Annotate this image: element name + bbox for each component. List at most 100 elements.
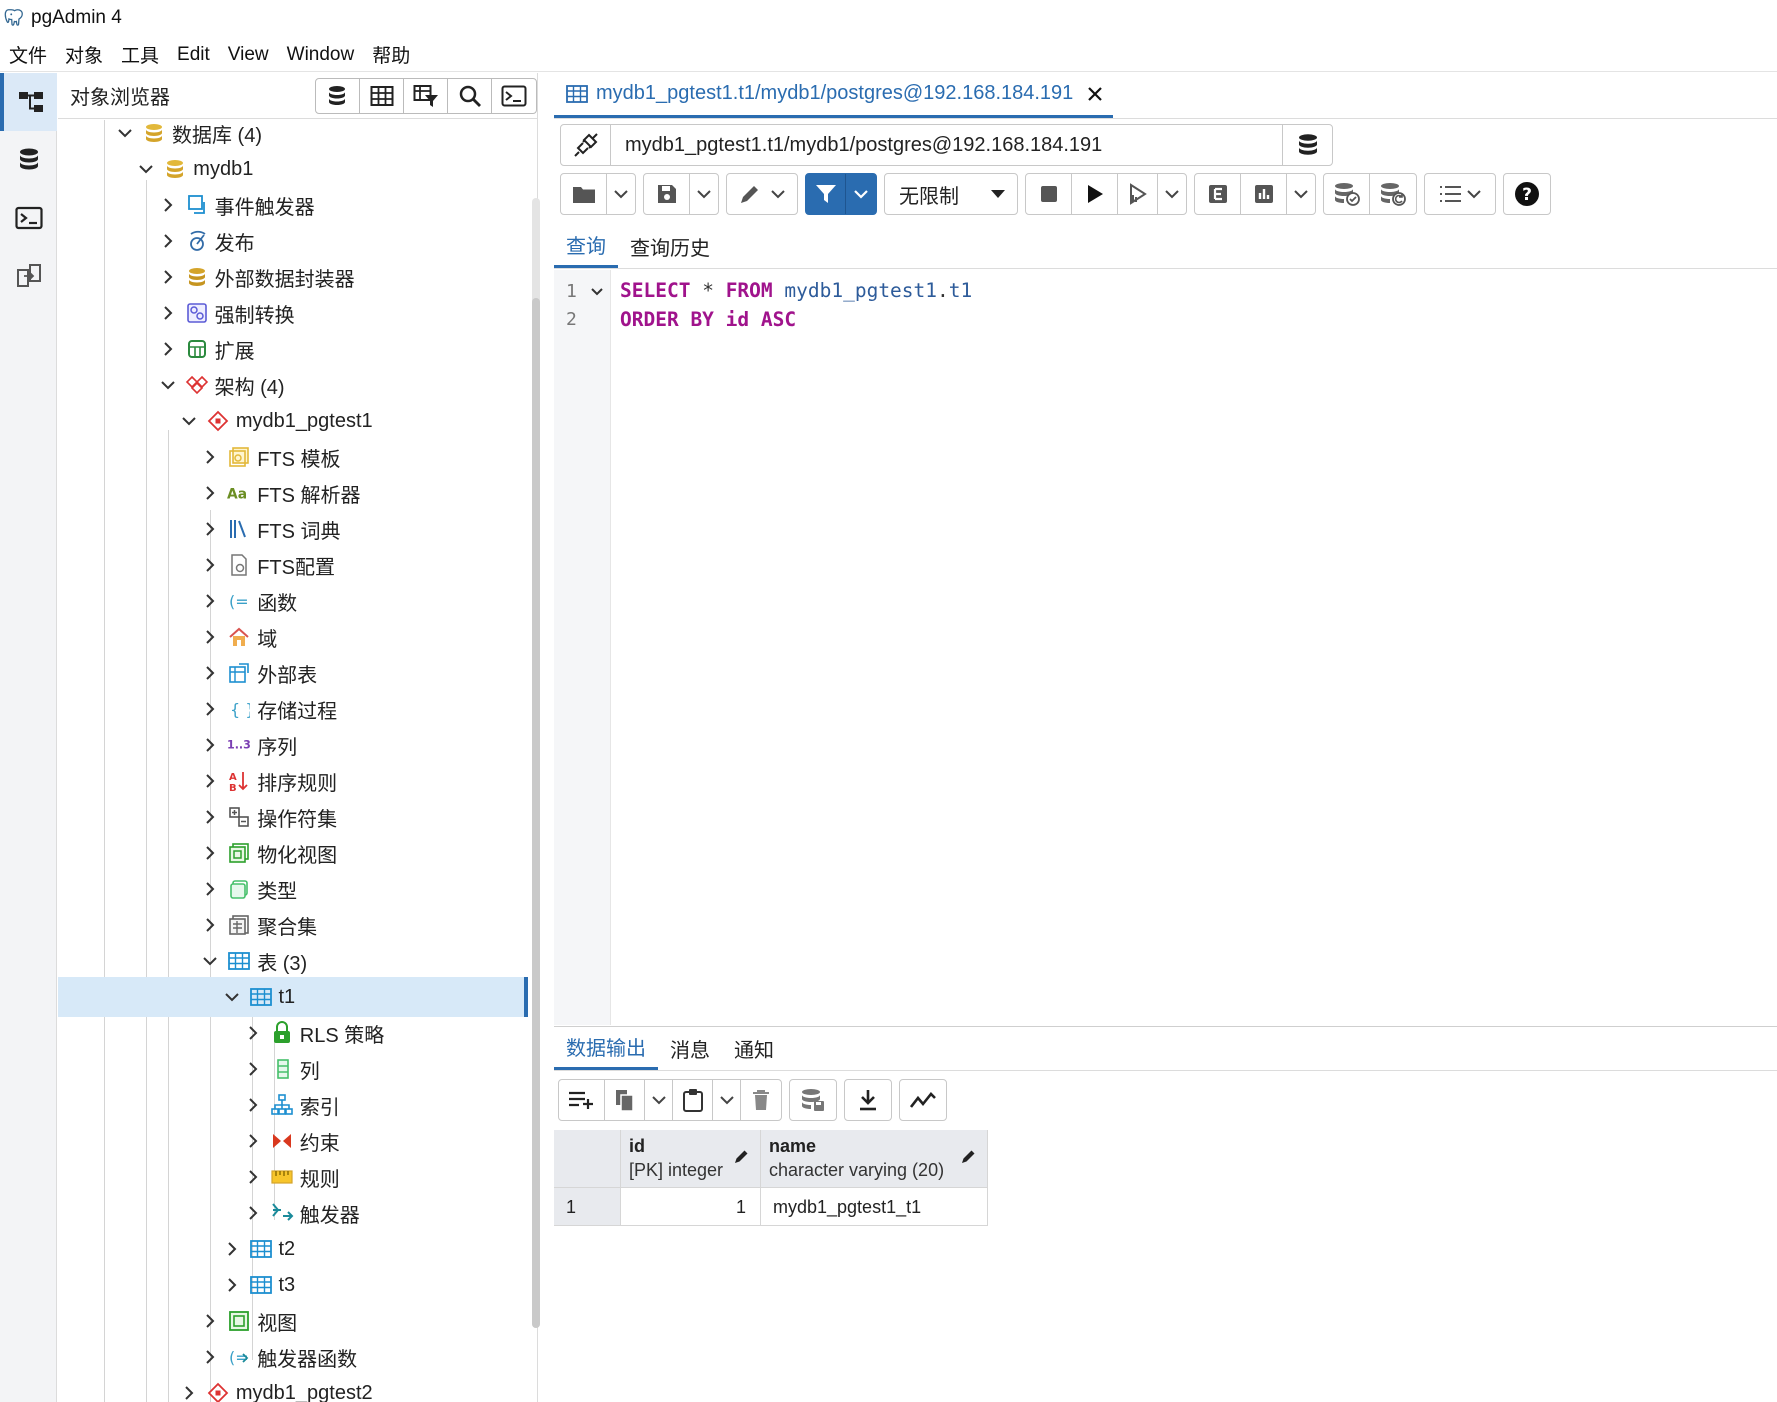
tree-node-10[interactable]: Aa FTS 解析器 <box>201 475 361 511</box>
chevron-down-icon[interactable] <box>116 124 134 142</box>
chevron-right-icon[interactable] <box>244 1204 262 1222</box>
connection-string[interactable]: mydb1_pgtest1.t1/mydb1/postgres@192.168.… <box>611 134 1282 157</box>
menu-file[interactable]: 文件 <box>9 41 47 68</box>
tree-node-15[interactable]: 外部表 <box>201 655 317 691</box>
tree-node-12[interactable]: FTS配置 <box>201 547 335 583</box>
chevron-right-icon[interactable] <box>244 1096 262 1114</box>
explain-button[interactable] <box>1195 174 1241 214</box>
tree-node-7[interactable]: 架构 (4) <box>159 367 285 403</box>
chevron-down-icon[interactable] <box>223 988 241 1006</box>
menu-view[interactable]: View <box>228 44 269 66</box>
copy-dropdown[interactable] <box>645 1080 673 1120</box>
save-button[interactable] <box>644 174 690 214</box>
chevron-right-icon[interactable] <box>201 484 219 502</box>
tree-node-3[interactable]: 发布 <box>159 223 255 259</box>
workspace-database-rail-button[interactable] <box>0 131 57 189</box>
chevron-right-icon[interactable] <box>201 1348 219 1366</box>
query-tool-button[interactable] <box>316 78 360 113</box>
menu-help[interactable]: 帮助 <box>372 41 410 68</box>
tree-node-8[interactable]: mydb1_pgtest1 <box>180 403 373 439</box>
tree-node-25[interactable]: RLS 策略 <box>244 1015 384 1051</box>
tree-node-6[interactable]: 扩展 <box>159 331 255 367</box>
tree-node-27[interactable]: 索引 <box>244 1087 340 1123</box>
menu-tools[interactable]: 工具 <box>121 41 159 68</box>
cell-id[interactable]: 1 <box>621 1188 761 1226</box>
tree-node-20[interactable]: 物化视图 <box>201 835 337 871</box>
tree-node-32[interactable]: t3 <box>223 1267 295 1303</box>
chevron-right-icon[interactable] <box>201 772 219 790</box>
chevron-right-icon[interactable] <box>201 844 219 862</box>
grid-corner[interactable] <box>554 1130 621 1188</box>
tree-scrollbar[interactable] <box>532 198 540 1328</box>
chevron-down-icon[interactable] <box>159 376 177 394</box>
save-data-changes-button[interactable] <box>790 1080 836 1120</box>
tree-node-34[interactable]: (= 触发器函数 <box>201 1339 357 1375</box>
column-header-id[interactable]: id [PK] integer <box>621 1130 761 1188</box>
chevron-right-icon[interactable] <box>223 1240 241 1258</box>
tree-scrollbar-thumb[interactable] <box>532 298 540 1328</box>
tree-node-24[interactable]: t1 <box>223 979 295 1015</box>
chevron-right-icon[interactable] <box>201 556 219 574</box>
chevron-right-icon[interactable] <box>244 1168 262 1186</box>
tree-node-18[interactable]: A B 排序规则 <box>201 763 337 799</box>
query-tab[interactable]: mydb1_pgtest1.t1/mydb1/postgres@192.168.… <box>554 72 1114 118</box>
tree-node-5[interactable]: 强制转换 <box>159 295 295 331</box>
commit-button[interactable] <box>1324 174 1370 214</box>
tree-node-33[interactable]: 视图 <box>201 1303 297 1339</box>
tree-node-26[interactable]: 列 <box>244 1051 320 1087</box>
tree-node-1[interactable]: mydb1 <box>137 151 253 187</box>
row-limit-select[interactable]: 无限制 <box>884 173 1018 215</box>
tree-node-21[interactable]: 类型 <box>201 871 297 907</box>
tree-node-30[interactable]: 触发器 <box>244 1195 360 1231</box>
search-objects-button[interactable] <box>448 78 492 113</box>
tab-data-output[interactable]: 数据输出 <box>554 1026 658 1070</box>
tree-node-11[interactable]: FTS 词典 <box>201 511 341 547</box>
paste-dropdown[interactable] <box>713 1080 741 1120</box>
view-data-button[interactable] <box>360 78 404 113</box>
tree-node-19[interactable]: 操作符集 <box>201 799 337 835</box>
tree-node-17[interactable]: 1..3 序列 <box>201 727 297 763</box>
fold-chevron-icon[interactable] <box>591 288 603 296</box>
psql-tool-button[interactable] <box>492 79 536 113</box>
chevron-right-icon[interactable] <box>201 448 219 466</box>
menu-window[interactable]: Window <box>287 44 355 66</box>
menu-edit[interactable]: Edit <box>177 44 210 66</box>
tab-notifications[interactable]: 通知 <box>722 1026 786 1070</box>
chevron-right-icon[interactable] <box>201 880 219 898</box>
chevron-right-icon[interactable] <box>201 628 219 646</box>
execute-dropdown[interactable] <box>1158 174 1186 214</box>
chevron-right-icon[interactable] <box>201 700 219 718</box>
tree-node-4[interactable]: 外部数据封装器 <box>159 259 355 295</box>
help-button[interactable]: ? <box>1504 174 1550 214</box>
chevron-right-icon[interactable] <box>159 268 177 286</box>
filter-dropdown[interactable] <box>846 174 876 214</box>
chevron-right-icon[interactable] <box>201 808 219 826</box>
tree-node-14[interactable]: 域 <box>201 619 277 655</box>
rollback-button[interactable] <box>1370 174 1416 214</box>
execute-script-button[interactable] <box>1118 174 1158 214</box>
execute-button[interactable] <box>1072 174 1118 214</box>
edit-dropdown-button[interactable] <box>727 174 797 214</box>
change-connection-button[interactable] <box>1282 125 1332 165</box>
graph-visualiser-button[interactable] <box>900 1080 946 1120</box>
tree-node-0[interactable]: 数据库 (4) <box>116 120 262 151</box>
sql-editor[interactable]: 1 2 SELECT * FROM mydb1_pgtest1.t1 ORDER… <box>554 270 1777 1025</box>
chevron-right-icon[interactable] <box>244 1024 262 1042</box>
chevron-right-icon[interactable] <box>244 1132 262 1150</box>
chevron-right-icon[interactable] <box>159 196 177 214</box>
object-explorer-rail-button[interactable] <box>0 73 57 131</box>
chevron-right-icon[interactable] <box>201 736 219 754</box>
connection-status-button[interactable] <box>561 125 611 165</box>
chevron-down-icon[interactable] <box>137 160 155 178</box>
schema-diff-rail-button[interactable] <box>0 247 57 305</box>
chevron-right-icon[interactable] <box>201 520 219 538</box>
save-dropdown[interactable] <box>690 174 718 214</box>
psql-tool-rail-button[interactable] <box>0 189 57 247</box>
chevron-right-icon[interactable] <box>201 1312 219 1330</box>
tree-node-2[interactable]: 事件触发器 <box>159 187 315 223</box>
cell-name[interactable]: mydb1_pgtest1_t1 <box>761 1188 988 1226</box>
explain-analyze-button[interactable] <box>1241 174 1287 214</box>
chevron-right-icon[interactable] <box>180 1384 198 1402</box>
tab-messages[interactable]: 消息 <box>658 1026 722 1070</box>
tab-query[interactable]: 查询 <box>554 224 618 268</box>
